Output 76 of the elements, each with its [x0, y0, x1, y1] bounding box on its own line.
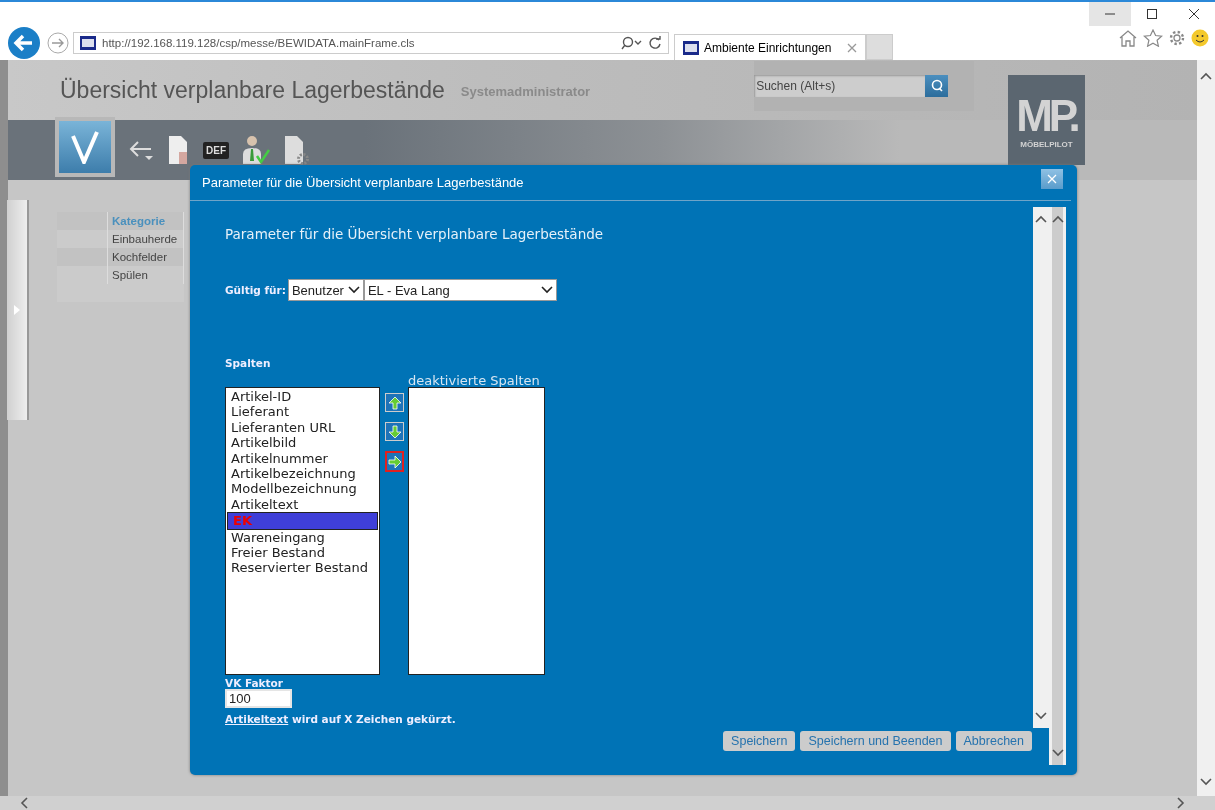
chevron-left-icon: [20, 797, 28, 809]
search-button[interactable]: [925, 75, 949, 97]
forward-icon[interactable]: [47, 32, 69, 54]
list-item[interactable]: Artikelbild: [226, 435, 379, 451]
list-item[interactable]: Reservierter Bestand: [226, 560, 379, 576]
maximize-icon: [1146, 8, 1158, 20]
back-icon[interactable]: [7, 26, 41, 60]
list-item[interactable]: Modellbezeichnung: [226, 481, 379, 497]
scrollbar[interactable]: [1033, 207, 1049, 728]
settings-icon[interactable]: [1168, 29, 1186, 47]
field-label: VK Faktor: [225, 677, 283, 689]
chevron-up-icon: [1051, 215, 1064, 223]
scrollbar[interactable]: [0, 796, 1215, 810]
user-dropdown[interactable]: EL - Eva Lang: [363, 279, 557, 301]
columns-list[interactable]: Artikel-ID Lieferant Lieferanten URL Artikelbild Artikelnummer Artikelbezeichnung Modellbezeichnung Artikeltext EK Wareneingang Freier Bestand Reservierter Bestand: [225, 387, 380, 675]
arrow-up-icon: [387, 395, 402, 410]
list-item[interactable]: Lieferanten URL: [226, 419, 379, 436]
list-item[interactable]: Artikelbezeichnung: [226, 466, 379, 482]
type-dropdown[interactable]: Benutzer: [287, 279, 364, 301]
field-label: Gültig für:: [225, 284, 286, 296]
columns-label: Spalten: [225, 357, 271, 369]
list-item[interactable]: Artikel-ID: [226, 389, 379, 405]
scrollbar[interactable]: [1049, 207, 1066, 765]
scrollbar[interactable]: [1197, 60, 1215, 796]
field-label: wird auf X Zeichen gekürzt.: [291, 713, 456, 725]
search-icon[interactable]: [620, 36, 642, 50]
close-icon: [1047, 173, 1057, 184]
search-field[interactable]: Suchen (Alt+s): [754, 75, 926, 97]
move-right-button[interactable]: [385, 451, 404, 472]
chevron-up-icon: [1200, 72, 1212, 80]
list-item[interactable]: Artikeltext: [226, 496, 379, 513]
disabled-columns-label: deaktivierte Spalten: [408, 374, 541, 387]
list-item[interactable]: Freier Bestand: [226, 545, 379, 561]
smiley-icon[interactable]: [1191, 29, 1209, 47]
list-item[interactable]: Artikelnummer: [226, 450, 379, 467]
move-down-button[interactable]: [385, 422, 404, 441]
dialog-title: Parameter für die Übersicht verplanbare Lagerbestände: [202, 175, 524, 190]
close-icon: [1188, 8, 1200, 20]
list-item[interactable]: Lieferant: [226, 404, 379, 420]
chevron-right-icon: [1177, 797, 1185, 809]
close-tab-icon[interactable]: [847, 42, 857, 53]
table-cell: Einbauherde: [112, 233, 178, 245]
chevron-down-icon: [540, 286, 553, 294]
user-check-icon[interactable]: [241, 134, 271, 166]
def-button[interactable]: DEF: [203, 141, 229, 159]
logo: MP. MÖBELPILOT: [1008, 75, 1085, 165]
expand-icon: [14, 305, 20, 315]
refresh-icon[interactable]: [648, 36, 662, 50]
site-favicon-icon: [683, 40, 699, 55]
arrow-right-icon: [387, 454, 402, 469]
address-bar[interactable]: http://192.168.119.128/csp/messe/BEWIDATA.mainFrame.cls: [73, 32, 669, 54]
close-button[interactable]: [1041, 168, 1063, 189]
text-link[interactable]: Artikeltext: [225, 713, 289, 725]
browser-tab[interactable]: Ambiente Einrichtungen: [674, 34, 866, 60]
dialog-heading: Parameter für die Übersicht verplanbare Lagerbestände: [225, 226, 604, 242]
back-arrow-icon[interactable]: [127, 138, 155, 162]
star-icon[interactable]: [1143, 29, 1163, 47]
search-icon: [929, 79, 944, 93]
list-item[interactable]: Wareneingang: [226, 529, 379, 546]
site-favicon-icon: [80, 36, 96, 50]
confirm-button[interactable]: [55, 117, 115, 177]
move-up-button[interactable]: [385, 393, 404, 412]
page-title: Übersicht verplanbare Lagerbestände: [60, 76, 445, 104]
chevron-down-icon: [347, 286, 360, 294]
chevron-up-icon: [1035, 215, 1047, 223]
chevron-down-icon: [1200, 778, 1212, 786]
home-icon[interactable]: [1118, 29, 1138, 47]
chevron-down-icon: [1051, 749, 1064, 757]
side-panel-tab[interactable]: [7, 200, 29, 420]
document-gear-icon[interactable]: [283, 134, 309, 166]
table-cell: Kochfelder: [112, 251, 167, 263]
arrow-down-icon: [387, 424, 402, 439]
input-field[interactable]: 100: [225, 689, 292, 708]
checkmark-icon: [70, 130, 100, 164]
table-cell: Spülen: [112, 269, 148, 281]
chevron-down-icon: [1035, 712, 1047, 720]
